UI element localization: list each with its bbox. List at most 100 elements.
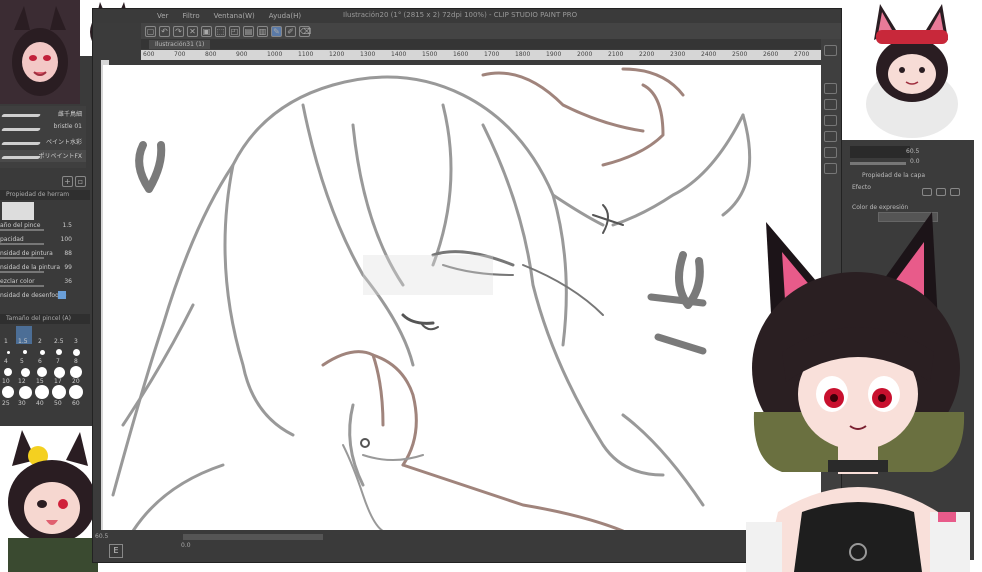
brush-size-dot[interactable] [72, 348, 80, 356]
prop-slider[interactable] [0, 285, 44, 287]
menu-item-ver[interactable]: Ver [157, 12, 168, 20]
zoom-readout: 60.5 [95, 533, 109, 540]
prop-slider[interactable] [0, 243, 44, 245]
brush-size-dot[interactable] [6, 350, 10, 354]
size-label: 50 [54, 400, 62, 407]
status-bar: 60.5 0.0 E [93, 530, 821, 562]
brush-size-dot[interactable] [4, 368, 12, 376]
menu-item-ayuda[interactable]: Ayuda(H) [269, 12, 301, 20]
effect-icon[interactable] [922, 188, 932, 196]
new-icon[interactable]: ▢ [145, 25, 156, 37]
list-item[interactable]: bristle 01 [0, 122, 86, 134]
panel-icon[interactable] [824, 163, 837, 174]
list-item[interactable]: ペイント水彩 [0, 136, 86, 148]
slider[interactable] [850, 162, 906, 165]
brush-size-dot[interactable] [56, 349, 62, 355]
prop-row[interactable]: año del pince 1.5 [0, 220, 86, 232]
ruler-tick: 1600 [453, 51, 469, 58]
panel-icon[interactable] [824, 115, 837, 126]
navigator-preview [850, 146, 910, 158]
select-icon[interactable]: ⬚ [215, 25, 226, 37]
size-label: 3 [74, 338, 78, 345]
panel-icon[interactable] [824, 131, 837, 142]
list-item[interactable]: ポリペイントFX [0, 150, 86, 162]
menu-item-filtro[interactable]: Filtro [182, 12, 199, 20]
tool-property-header: Propiedad de herram [0, 190, 90, 200]
ruler-tick: 2600 [763, 51, 779, 58]
list-item[interactable]: 雌千鳥細 [0, 108, 86, 120]
drawing-canvas[interactable] [103, 65, 821, 531]
brush-stroke-icon [1, 142, 41, 145]
fill-icon[interactable]: ▣ [201, 25, 212, 37]
panel-icon[interactable] [824, 83, 837, 94]
brush-list: 雌千鳥細 bristle 01 ペイント水彩 ポリペイントFX [0, 106, 86, 168]
size-label: 1 [4, 338, 8, 345]
size-label: 40 [36, 400, 44, 407]
prop-label: ezclar color [0, 278, 35, 285]
undo-icon[interactable]: ↶ [159, 25, 170, 37]
tab-bar: Ilustración31 (1) [141, 39, 841, 49]
e-button[interactable]: E [109, 544, 123, 558]
prop-row[interactable]: ezclar color 36 [0, 276, 86, 288]
brush-size-dot[interactable] [18, 385, 32, 399]
size-label: 2.5 [54, 338, 64, 345]
pen-icon[interactable]: ✎ [271, 25, 282, 37]
prop-slider[interactable] [0, 229, 44, 231]
ruler-tick: 2400 [701, 51, 717, 58]
clear-icon[interactable]: ✕ [187, 25, 198, 37]
tab-document[interactable]: Ilustración31 (1) [149, 40, 211, 49]
brush-size-dot[interactable] [37, 367, 47, 377]
prop-label: nsidad de pintura [0, 250, 53, 257]
ruler-tick: 700 [174, 51, 186, 58]
horizontal-scrollbar[interactable] [183, 534, 323, 540]
mask-icon[interactable]: ▥ [257, 25, 268, 37]
prop-row[interactable]: pacidad 100 [0, 234, 86, 246]
prop-slider[interactable] [0, 257, 44, 259]
ruler-tick: 1400 [391, 51, 407, 58]
effect-icon[interactable] [950, 188, 960, 196]
prop-row[interactable]: nsidad de pintura 88 [0, 248, 86, 260]
brush-size-dot[interactable] [53, 366, 65, 378]
effect-label: Efecto [852, 184, 871, 191]
prop-row[interactable]: nsidad de desenfoque [0, 290, 86, 302]
brush-size-dot[interactable] [69, 385, 83, 399]
toggle-icon[interactable] [58, 291, 66, 299]
layer-icon[interactable]: ▤ [243, 25, 254, 37]
panel-icon[interactable] [824, 99, 837, 110]
size-label: 60 [72, 400, 80, 407]
size-label: 1.5 [18, 338, 28, 345]
brush-size-dot[interactable] [20, 367, 30, 377]
prop-slider[interactable] [0, 271, 44, 273]
avatar [0, 0, 80, 104]
size-label: 12 [18, 378, 26, 385]
menu-item-ventana[interactable]: Ventana(W) [214, 12, 255, 20]
brush-name: ペイント水彩 [45, 139, 82, 146]
brush-size-dot[interactable] [52, 385, 66, 399]
angle-readout: 0.0 [181, 542, 191, 549]
size-label: 2 [38, 338, 42, 345]
brush-size-dot[interactable] [35, 385, 49, 399]
redo-icon[interactable]: ↷ [173, 25, 184, 37]
panel-icon[interactable] [824, 45, 837, 56]
panel-buttons: + ▫ [62, 176, 86, 187]
panel-icon[interactable] [824, 147, 837, 158]
prop-row[interactable]: nsidad de la pintura 99 [0, 262, 86, 274]
ruler-tick: 2100 [608, 51, 624, 58]
brush-icon[interactable]: ✐ [285, 25, 296, 37]
brush-size-dot[interactable] [39, 349, 45, 355]
expression-color-label: Color de expresión [852, 204, 909, 211]
size-label: 25 [2, 400, 10, 407]
add-icon[interactable]: + [62, 176, 73, 187]
transform-icon[interactable]: ◰ [229, 25, 240, 37]
horizontal-ruler: 600 700 800 900 1000 1100 1200 1300 1400 1500 1600… [141, 50, 823, 60]
toolbar: ▢ ↶ ↷ ✕ ▣ ⬚ ◰ ▤ ▥ ✎ ✐ ⌫ [141, 23, 841, 39]
menu-bar: Ver Filtro Ventana(W) Ayuda(H) Ilustraci… [93, 9, 841, 23]
size-label: 17 [54, 378, 62, 385]
effect-icon[interactable] [936, 188, 946, 196]
brush-size-dot[interactable] [70, 366, 82, 378]
brush-size-dot[interactable] [23, 350, 27, 354]
eraser-icon[interactable]: ⌫ [299, 25, 311, 37]
copy-icon[interactable]: ▫ [75, 176, 86, 187]
angle-value: 0.0 [910, 158, 920, 165]
brush-size-dot[interactable] [2, 386, 14, 398]
